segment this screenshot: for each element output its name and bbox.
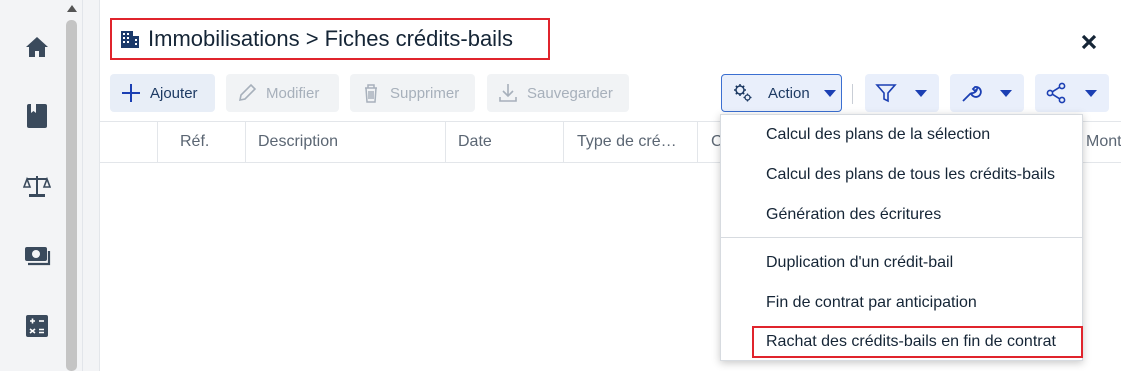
column-ref[interactable]: Réf. <box>157 122 245 162</box>
scroll-thumb[interactable] <box>66 20 77 371</box>
tools-button[interactable] <box>950 74 1024 112</box>
menu-item-duplication[interactable]: Duplication d'un crédit-bail <box>721 243 1082 283</box>
sidebar-scrollbar[interactable] <box>64 0 78 371</box>
highlight-box <box>752 326 1083 358</box>
menu-item-calcul-tous[interactable]: Calcul des plans de tous les crédits-bai… <box>721 155 1082 195</box>
column-montant[interactable]: Mont <box>1082 122 1121 162</box>
trash-icon <box>365 84 377 103</box>
home-icon[interactable] <box>22 32 52 62</box>
download-icon <box>499 84 517 102</box>
wrench-icon <box>962 86 982 102</box>
menu-separator <box>721 237 1082 238</box>
add-button-label: Ajouter <box>150 84 198 102</box>
column-select[interactable] <box>100 122 157 162</box>
plus-icon <box>122 84 140 102</box>
action-button-label: Action <box>768 84 810 102</box>
chevron-down-icon <box>1085 89 1097 97</box>
action-button[interactable]: Action <box>721 74 842 112</box>
column-date[interactable]: Date <box>445 122 563 162</box>
modify-button-label: Modifier <box>266 84 320 102</box>
toolbar-separator <box>852 84 853 104</box>
share-icon <box>1046 82 1066 104</box>
pencil-icon <box>238 83 257 102</box>
page-title-text: Immobilisations > Fiches crédits-bails <box>148 26 513 51</box>
filter-button[interactable] <box>865 74 939 112</box>
banknote-icon[interactable] <box>22 241 52 271</box>
scale-icon[interactable] <box>22 171 52 201</box>
delete-button[interactable]: Supprimer <box>350 74 475 112</box>
chevron-down-icon <box>1000 89 1012 97</box>
divider <box>82 0 83 371</box>
column-type[interactable]: Type de cré… <box>563 122 697 162</box>
menu-item-generation-ecritures[interactable]: Génération des écritures <box>721 195 1082 235</box>
modify-button[interactable]: Modifier <box>226 74 339 112</box>
share-button[interactable] <box>1035 74 1109 112</box>
menu-item-fin-contrat[interactable]: Fin de contrat par anticipation <box>721 283 1082 323</box>
menu-item-calcul-selection[interactable]: Calcul des plans de la sélection <box>721 115 1082 155</box>
delete-button-label: Supprimer <box>390 84 460 102</box>
calculator-icon[interactable] <box>22 311 52 341</box>
gears-icon <box>734 84 752 102</box>
save-button[interactable]: Sauvegarder <box>487 74 629 112</box>
page-title: Immobilisations > Fiches crédits-bails <box>110 18 550 60</box>
building-icon <box>121 31 139 48</box>
save-button-label: Sauvegarder <box>527 84 613 102</box>
scroll-up-icon[interactable] <box>67 5 77 12</box>
close-icon[interactable] <box>1079 32 1099 52</box>
sidebar <box>0 0 64 371</box>
column-description[interactable]: Description <box>245 122 445 162</box>
action-menu: Calcul des plans de la sélection Calcul … <box>720 114 1083 361</box>
filter-icon <box>875 84 897 103</box>
chevron-down-icon <box>915 89 927 97</box>
book-icon[interactable] <box>22 101 52 131</box>
add-button[interactable]: Ajouter <box>110 74 215 112</box>
chevron-down-icon <box>823 89 836 97</box>
